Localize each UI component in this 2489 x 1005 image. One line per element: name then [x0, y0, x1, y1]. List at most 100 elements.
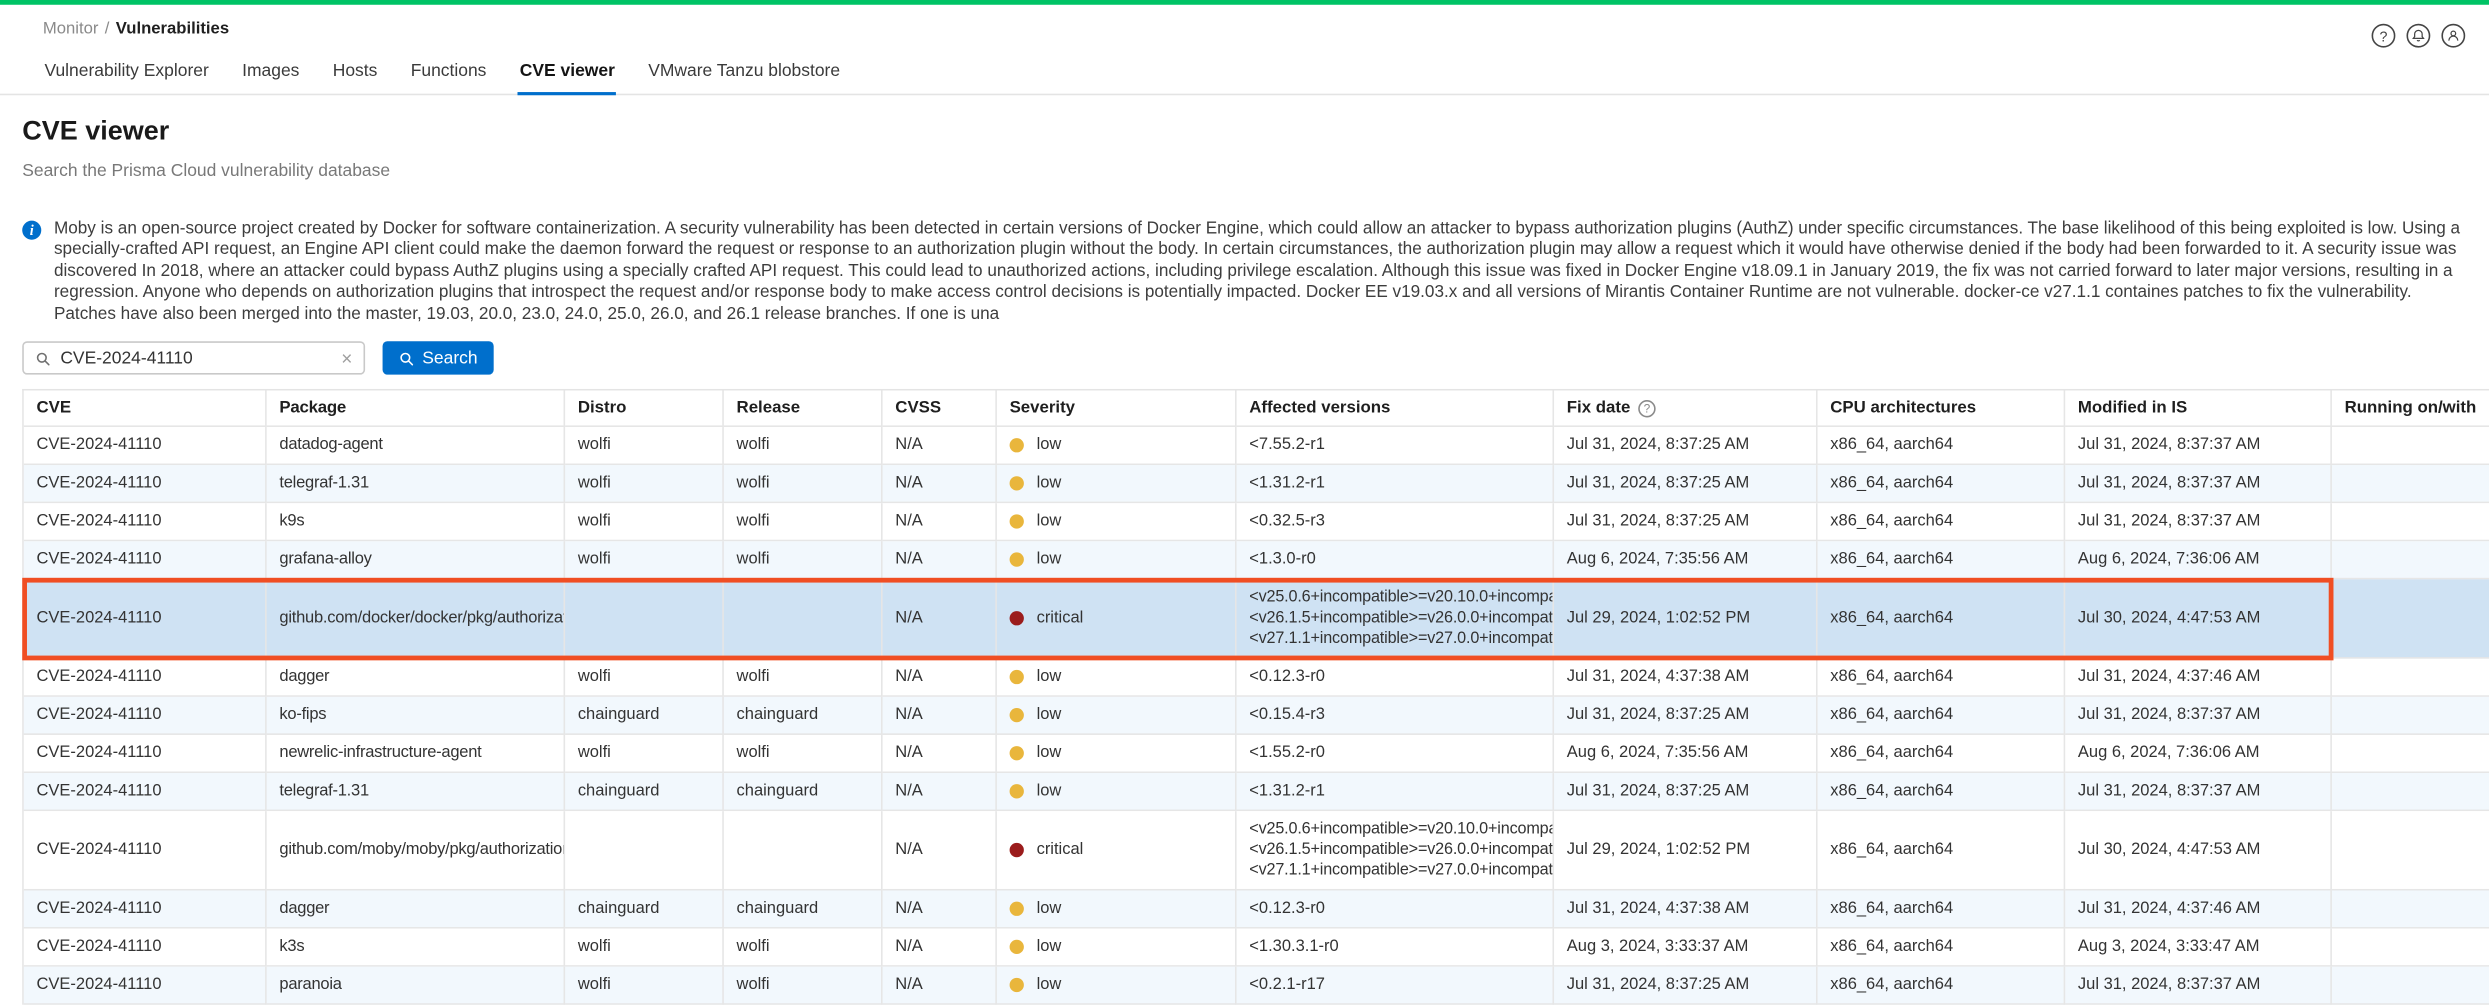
- user-icon[interactable]: [2441, 24, 2465, 48]
- column-header-affected: Affected versions: [1237, 391, 1554, 428]
- cell-package: telegraf-1.31: [267, 773, 565, 811]
- column-header-label: Modified in IS: [2078, 398, 2187, 417]
- column-header-label: CVE: [37, 398, 72, 417]
- table-row[interactable]: CVE-2024-41110 newrelic-infrastructure-a…: [24, 735, 2489, 773]
- cell-fix-date: Jul 31, 2024, 8:37:25 AM: [1554, 773, 1818, 811]
- cell-fix-date: Aug 6, 2024, 7:35:56 AM: [1554, 541, 1818, 579]
- cve-search-input[interactable]: [60, 348, 331, 367]
- breadcrumb-monitor[interactable]: Monitor: [43, 19, 99, 38]
- cve-id: CVE-2024-41110: [37, 841, 162, 858]
- severity-dot: [1010, 514, 1024, 528]
- notifications-bell-icon[interactable]: [2406, 24, 2430, 48]
- cpu-architectures-value: x86_64, aarch64: [1830, 900, 1953, 917]
- cell-fix-date: Jul 31, 2024, 8:37:25 AM: [1554, 697, 1818, 735]
- cell-modified-in-is: Jul 31, 2024, 8:37:37 AM: [2065, 697, 2332, 735]
- cvss-value: N/A: [895, 610, 923, 627]
- cell-distro: chainguard: [565, 697, 724, 735]
- table-row[interactable]: CVE-2024-41110 grafana-alloy wolfi wolfi…: [24, 541, 2489, 579]
- cell-package: telegraf-1.31: [267, 465, 565, 503]
- cell-cvss: N/A: [883, 929, 997, 967]
- fix-date-help-icon[interactable]: ?: [1638, 399, 1655, 416]
- tab-cve-viewer[interactable]: CVE viewer: [518, 52, 616, 95]
- cell-fix-date: Jul 31, 2024, 4:37:38 AM: [1554, 659, 1818, 697]
- info-icon: i: [22, 221, 41, 240]
- cve-id: CVE-2024-41110: [37, 551, 162, 568]
- cell-release: wolfi: [724, 929, 883, 967]
- column-header-label: Severity: [1010, 398, 1075, 417]
- cell-cvss: N/A: [883, 465, 997, 503]
- cell-severity: low: [997, 427, 1237, 465]
- table-row[interactable]: CVE-2024-41110 dagger chainguard chaingu…: [24, 891, 2489, 929]
- cell-fix-date: Jul 31, 2024, 8:37:25 AM: [1554, 503, 1818, 541]
- fix-date-value: Aug 3, 2024, 3:33:37 AM: [1567, 938, 1749, 955]
- cell-affected: <v25.0.6+incompatible>=v20.10.0+incompat…: [1237, 579, 1554, 658]
- cpu-architectures-value: x86_64, aarch64: [1830, 610, 1953, 627]
- distro-value: wolfi: [578, 745, 611, 762]
- cell-running-on-with: [2332, 465, 2489, 503]
- column-header-label: Package: [279, 398, 346, 417]
- package-name: github.com/docker/docker/pkg/authorizati…: [279, 610, 565, 627]
- cell-affected: <7.55.2-r1: [1237, 427, 1554, 465]
- table-row[interactable]: CVE-2024-41110 dagger wolfi wolfi N/A lo…: [24, 659, 2489, 697]
- affected-version-line: <0.2.1-r17: [1249, 976, 1325, 993]
- table-row[interactable]: CVE-2024-41110 telegraf-1.31 chainguard …: [24, 773, 2489, 811]
- package-name: telegraf-1.31: [279, 783, 369, 800]
- table-row[interactable]: CVE-2024-41110 k3s wolfi wolfi N/A low <…: [24, 929, 2489, 967]
- cvss-value: N/A: [895, 900, 923, 917]
- cvss-value: N/A: [895, 841, 923, 858]
- release-value: wolfi: [737, 437, 770, 454]
- table-row[interactable]: CVE-2024-41110 telegraf-1.31 wolfi wolfi…: [24, 465, 2489, 503]
- table-body: CVE-2024-41110 datadog-agent wolfi wolfi…: [24, 427, 2489, 1005]
- cell-affected: <0.15.4-r3: [1237, 697, 1554, 735]
- severity-label: critical: [1037, 610, 1084, 627]
- search-button[interactable]: Search: [383, 341, 494, 374]
- table-row[interactable]: CVE-2024-41110 datadog-agent wolfi wolfi…: [24, 427, 2489, 465]
- affected-version-line: <1.30.3.1-r0: [1249, 938, 1338, 955]
- tab-images[interactable]: Images: [241, 52, 301, 95]
- tab-vulnerability-explorer[interactable]: Vulnerability Explorer: [43, 52, 211, 95]
- help-glyph: ?: [2379, 28, 2387, 44]
- affected-version-line: <1.3.0-r0: [1249, 551, 1315, 568]
- cell-modified-in-is: Aug 6, 2024, 7:36:06 AM: [2065, 541, 2332, 579]
- column-header-cpu: CPU architectures: [1818, 391, 2066, 428]
- search-box[interactable]: ×: [22, 341, 365, 374]
- package-name: github.com/moby/moby/pkg/authorization: [279, 841, 565, 858]
- cell-affected: <1.31.2-r1: [1237, 773, 1554, 811]
- cell-running-on-with: [2332, 503, 2489, 541]
- table-row[interactable]: CVE-2024-41110 github.com/moby/moby/pkg/…: [24, 811, 2489, 890]
- table-row[interactable]: CVE-2024-41110 github.com/docker/docker/…: [24, 579, 2489, 658]
- severity-dot: [1010, 438, 1024, 452]
- help-icon[interactable]: ?: [2372, 24, 2396, 48]
- cell-cvss: N/A: [883, 697, 997, 735]
- table-row[interactable]: CVE-2024-41110 ko-fips chainguard chaing…: [24, 697, 2489, 735]
- table-row[interactable]: CVE-2024-41110 paranoia wolfi wolfi N/A …: [24, 967, 2489, 1005]
- cell-severity: low: [997, 773, 1237, 811]
- column-header-label: Running on/with: [2345, 398, 2477, 417]
- cpu-architectures-value: x86_64, aarch64: [1830, 745, 1953, 762]
- cell-package: dagger: [267, 659, 565, 697]
- cell-distro: chainguard: [565, 891, 724, 929]
- fix-date-value: Jul 31, 2024, 8:37:25 AM: [1567, 437, 1750, 454]
- cell-cvss: N/A: [883, 503, 997, 541]
- cell-cve: CVE-2024-41110: [24, 773, 267, 811]
- fix-date-value: Jul 31, 2024, 8:37:25 AM: [1567, 976, 1750, 993]
- cell-cve: CVE-2024-41110: [24, 929, 267, 967]
- release-value: wolfi: [737, 513, 770, 530]
- cell-package: paranoia: [267, 967, 565, 1005]
- cve-id: CVE-2024-41110: [37, 900, 162, 917]
- clear-search-icon[interactable]: ×: [341, 348, 352, 367]
- tab-functions[interactable]: Functions: [409, 52, 488, 95]
- table-row[interactable]: CVE-2024-41110 k9s wolfi wolfi N/A low <…: [24, 503, 2489, 541]
- cell-running-on-with: [2332, 659, 2489, 697]
- cell-affected: <1.55.2-r0: [1237, 735, 1554, 773]
- column-header-label: Distro: [578, 398, 627, 417]
- tab-bar: Vulnerability Explorer Images Hosts Func…: [0, 52, 2489, 95]
- tab-hosts[interactable]: Hosts: [331, 52, 379, 95]
- cpu-architectures-value: x86_64, aarch64: [1830, 437, 1953, 454]
- package-name: telegraf-1.31: [279, 475, 369, 492]
- cell-severity: low: [997, 465, 1237, 503]
- tab-vmware-tanzu-blobstore[interactable]: VMware Tanzu blobstore: [647, 52, 842, 95]
- fix-date-value: Jul 31, 2024, 4:37:38 AM: [1567, 668, 1750, 685]
- cell-cpu-architectures: x86_64, aarch64: [1818, 579, 2066, 658]
- cell-cvss: N/A: [883, 773, 997, 811]
